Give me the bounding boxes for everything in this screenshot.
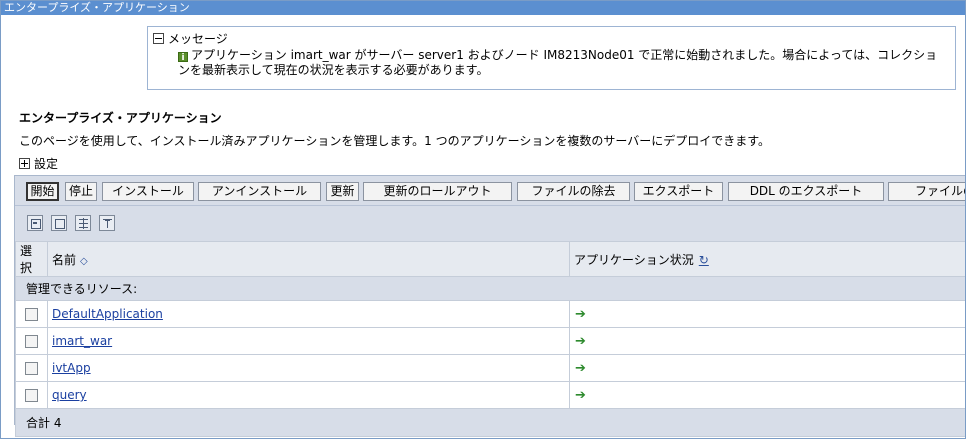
show-filter-icon[interactable]: [75, 215, 91, 231]
remove-file-button[interactable]: ファイルの除去: [517, 182, 630, 201]
row-checkbox[interactable]: [25, 308, 38, 321]
message-header-label: メッセージ: [168, 32, 228, 46]
sort-icon[interactable]: ◇: [80, 256, 88, 267]
main-frame: エンタープライズ・アプリケーション メッセージ i アプリケーション imart_…: [0, 0, 966, 439]
table-row: DefaultApplication ➔: [15, 300, 965, 328]
row-checkbox[interactable]: [25, 335, 38, 348]
column-header-status-label: アプリケーション状況: [574, 252, 694, 267]
clear-filter-icon[interactable]: [99, 215, 115, 231]
stop-button[interactable]: 停止: [65, 182, 97, 201]
uninstall-button[interactable]: アンインストール: [198, 182, 321, 201]
refresh-icon[interactable]: ↻: [699, 253, 709, 267]
collection-panel: 開始 停止 インストール アンインストール 更新 更新のロールアウト ファイルの…: [14, 175, 965, 437]
message-text: アプリケーション imart_war がサーバー server1 およびノード …: [178, 48, 938, 77]
start-button[interactable]: 開始: [26, 182, 59, 201]
table-row: imart_war ➔: [15, 327, 965, 355]
group-label: 管理できるリソース:: [15, 276, 965, 301]
column-header-name-label: 名前: [52, 252, 77, 267]
application-link[interactable]: DefaultApplication: [52, 307, 163, 321]
page-description: このページを使用して、インストール済みアプリケーションを管理します。1 つのアプ…: [19, 134, 771, 148]
table-row: ivtApp ➔: [15, 354, 965, 382]
collapse-icon[interactable]: [153, 33, 164, 44]
group-row: 管理できるリソース:: [15, 276, 965, 301]
column-header-status: アプリケーション状況 ↻: [569, 241, 965, 277]
row-checkbox[interactable]: [25, 362, 38, 375]
applications-table: 選択 名前 ◇ アプリケーション状況 ↻ 管理できるリソース: DefaultApp…: [15, 241, 965, 437]
update-button[interactable]: 更新: [326, 182, 359, 201]
install-button[interactable]: インストール: [102, 182, 194, 201]
table-footer-row: 合計 4: [15, 408, 965, 437]
column-header-select: 選択: [15, 241, 48, 277]
deselect-all-icon[interactable]: [51, 215, 67, 231]
rollout-update-button[interactable]: 更新のロールアウト: [363, 182, 512, 201]
row-checkbox[interactable]: [25, 389, 38, 402]
settings-label: 設定: [34, 157, 59, 171]
export-ddl-button[interactable]: DDL のエクスポート: [728, 182, 884, 201]
message-box: メッセージ i アプリケーション imart_war がサーバー server1 …: [147, 26, 956, 90]
application-link[interactable]: query: [52, 388, 87, 402]
select-all-icon[interactable]: [27, 215, 43, 231]
total-count: 合計 4: [15, 408, 965, 437]
table-header-row: 選択 名前 ◇ アプリケーション状況 ↻: [15, 241, 965, 277]
table-row: query ➔: [15, 381, 965, 409]
selection-toolbar: [15, 205, 965, 240]
started-arrow-icon: ➔: [575, 387, 586, 403]
message-header[interactable]: メッセージ: [153, 30, 228, 47]
file-transfer-button[interactable]: ファイルの: [888, 182, 965, 201]
application-link[interactable]: ivtApp: [52, 361, 91, 375]
expand-icon[interactable]: [19, 158, 30, 169]
application-link[interactable]: imart_war: [52, 334, 112, 348]
started-arrow-icon: ➔: [575, 360, 586, 376]
started-arrow-icon: ➔: [575, 333, 586, 349]
started-arrow-icon: ➔: [575, 306, 586, 322]
column-header-name[interactable]: 名前 ◇: [47, 241, 570, 277]
message-text-container: i アプリケーション imart_war がサーバー server1 およびノード…: [178, 48, 948, 78]
export-button[interactable]: エクスポート: [634, 182, 723, 201]
settings-toggle[interactable]: 設定: [19, 155, 58, 172]
info-icon: i: [178, 52, 188, 63]
page-title: エンタープライズ・アプリケーション: [19, 111, 222, 125]
window-title: エンタープライズ・アプリケーション: [1, 1, 965, 15]
